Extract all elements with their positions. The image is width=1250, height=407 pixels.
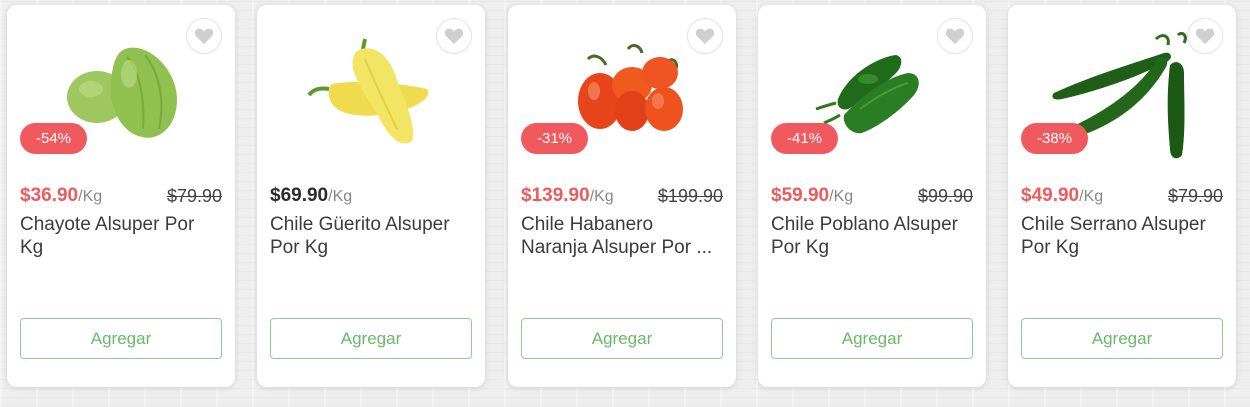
- original-price: $79.90: [1167, 186, 1223, 206]
- chile-guerito-image[interactable]: [277, 29, 467, 159]
- discount-badge: -54%: [20, 123, 88, 154]
- price-unit: /Kg: [829, 188, 854, 205]
- current-price: $59.90: [771, 185, 830, 206]
- original-price: $199.90: [657, 186, 723, 206]
- price-row: $36.90/Kg $79.90: [20, 185, 222, 211]
- price-unit: /Kg: [1079, 188, 1104, 205]
- product-card[interactable]: $69.90/Kg Chile Güerito Alsuper Por Kg A…: [257, 5, 485, 387]
- product-name[interactable]: Chile Serrano Alsuper Por Kg: [1021, 213, 1223, 259]
- product-name[interactable]: Chile Poblano Alsuper Por Kg: [771, 213, 973, 259]
- product-card[interactable]: -41% $59.90/Kg $99.90 Chile Poblano Alsu…: [758, 5, 986, 387]
- product-name[interactable]: Chayote Alsuper Por Kg: [20, 213, 222, 259]
- price-unit: /Kg: [589, 188, 614, 205]
- product-name[interactable]: Chile Güerito Alsuper Por Kg: [270, 213, 472, 259]
- price-unit: /Kg: [328, 188, 353, 205]
- price-row: $49.90/Kg $79.90: [1021, 185, 1223, 211]
- product-card[interactable]: -38% $49.90/Kg $79.90 Chile Serrano Alsu…: [1008, 5, 1236, 387]
- price-row: $139.90/Kg $199.90: [521, 185, 723, 211]
- discount-badge: -38%: [1021, 123, 1089, 154]
- current-price: $49.90: [1021, 185, 1080, 206]
- price-unit: /Kg: [78, 188, 103, 205]
- original-price: $79.90: [166, 186, 222, 206]
- add-to-cart-button[interactable]: Agregar: [521, 318, 723, 359]
- add-to-cart-button[interactable]: Agregar: [270, 318, 472, 359]
- add-to-cart-button[interactable]: Agregar: [1021, 318, 1223, 359]
- discount-badge: -41%: [771, 123, 839, 154]
- original-price: $99.90: [917, 186, 973, 206]
- discount-badge: -31%: [521, 123, 589, 154]
- current-price: $36.90: [20, 185, 79, 206]
- price-row: $59.90/Kg $99.90: [771, 185, 973, 211]
- product-card[interactable]: -54% $36.90/Kg $79.90 Chayote Alsuper Po…: [7, 5, 235, 387]
- product-name[interactable]: Chile Habanero Naranja Alsuper Por ...: [521, 213, 723, 259]
- add-to-cart-button[interactable]: Agregar: [20, 318, 222, 359]
- add-to-cart-button[interactable]: Agregar: [771, 318, 973, 359]
- price-row: $69.90/Kg: [270, 185, 472, 211]
- current-price: $69.90: [270, 185, 329, 206]
- current-price: $139.90: [521, 185, 590, 206]
- product-card[interactable]: -31% $139.90/Kg $199.90 Chile Habanero N…: [508, 5, 736, 387]
